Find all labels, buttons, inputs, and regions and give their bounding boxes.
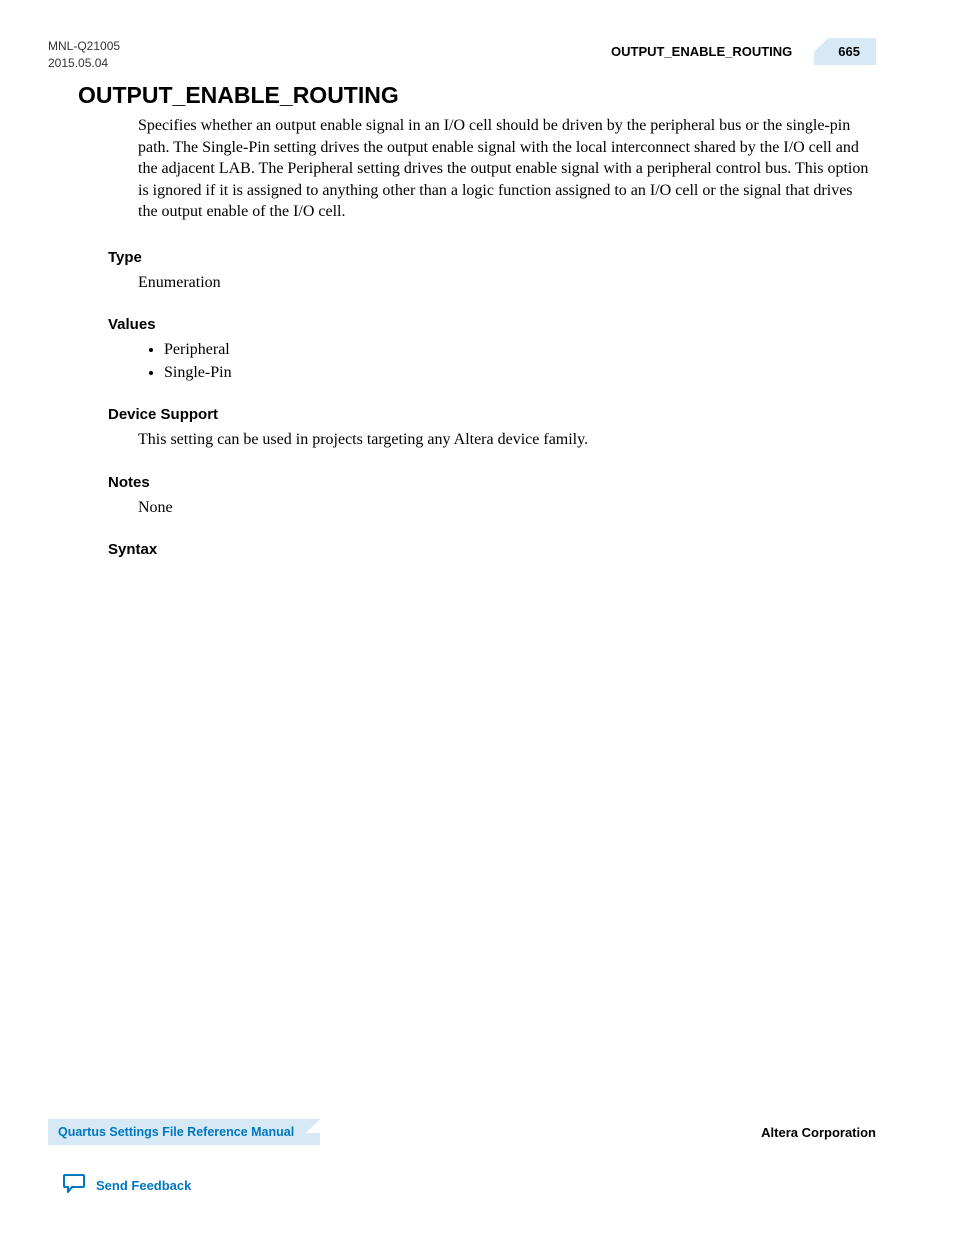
section-heading: Syntax <box>108 541 876 558</box>
manual-title-link[interactable]: Quartus Settings File Reference Manual <box>48 1119 320 1145</box>
send-feedback-link[interactable]: Send Feedback <box>62 1172 191 1199</box>
running-title: OUTPUT_ENABLE_ROUTING <box>611 44 792 59</box>
list-item: Peripheral <box>164 339 876 361</box>
values-list: Peripheral Single-Pin <box>164 339 876 384</box>
page-number-badge: 665 <box>814 38 876 65</box>
section-values: Values Peripheral Single-Pin <box>108 316 876 384</box>
company-name: Altera Corporation <box>761 1125 876 1140</box>
page-footer: Quartus Settings File Reference Manual A… <box>48 1119 876 1145</box>
section-heading: Type <box>108 249 876 266</box>
section-notes: Notes None <box>108 474 876 519</box>
section-type: Type Enumeration <box>108 249 876 294</box>
section-syntax: Syntax <box>108 541 876 558</box>
description-paragraph: Specifies whether an output enable signa… <box>138 115 876 223</box>
chat-bubble-icon <box>62 1172 86 1199</box>
page-title: OUTPUT_ENABLE_ROUTING <box>78 82 876 109</box>
feedback-label: Send Feedback <box>96 1178 191 1193</box>
doc-date: 2015.05.04 <box>48 55 120 72</box>
section-device-support: Device Support This setting can be used … <box>108 406 876 451</box>
header-doc-info: MNL-Q21005 2015.05.04 <box>48 38 120 72</box>
section-heading: Device Support <box>108 406 876 423</box>
section-body: This setting can be used in projects tar… <box>138 429 876 451</box>
page-header: MNL-Q21005 2015.05.04 OUTPUT_ENABLE_ROUT… <box>48 38 876 72</box>
main-content: OUTPUT_ENABLE_ROUTING Specifies whether … <box>78 82 876 580</box>
section-body: Enumeration <box>138 272 876 294</box>
section-heading: Values <box>108 316 876 333</box>
list-item: Single-Pin <box>164 362 876 384</box>
header-right: OUTPUT_ENABLE_ROUTING 665 <box>611 38 876 65</box>
doc-id: MNL-Q21005 <box>48 38 120 55</box>
section-heading: Notes <box>108 474 876 491</box>
section-body: None <box>138 497 876 519</box>
